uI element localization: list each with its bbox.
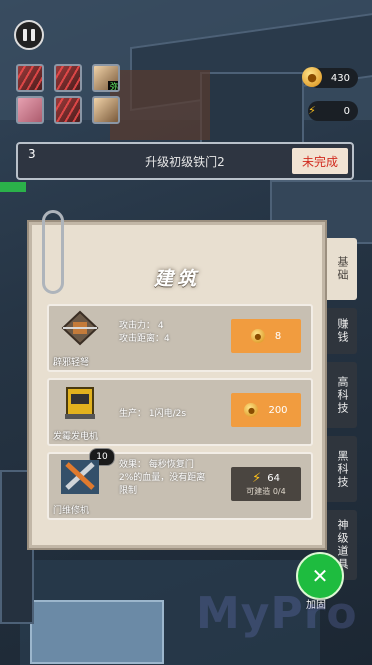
coin-icon: ● xyxy=(250,329,265,343)
build-panel: 建筑 辟邪轻弩 攻击力： 4 攻击距离：4 ● 8 发霉发电机 生产： 1闪电/… xyxy=(27,220,327,550)
paperclip-icon xyxy=(42,210,64,294)
avatar[interactable] xyxy=(54,96,82,124)
item-desc: 攻击力： 4 攻击距离：4 xyxy=(119,320,170,346)
item-desc: 效果： 每秒恢复门 2%的血量，没有距离 限制 xyxy=(119,459,205,498)
item-stat: 攻击力： 4 xyxy=(119,321,164,331)
item-stat: 攻击距离：4 xyxy=(119,334,170,344)
tools-icon: ✕ xyxy=(311,564,329,588)
generator-icon xyxy=(59,384,101,422)
coin-icon: ● xyxy=(244,403,259,417)
crossbow-icon xyxy=(59,310,101,348)
item-price: 64 xyxy=(267,473,280,484)
coin-icon: ● xyxy=(302,67,322,87)
build-item-crossbow[interactable]: 辟邪轻弩 攻击力： 4 攻击距离：4 ● 8 xyxy=(47,304,313,372)
avatar[interactable] xyxy=(16,96,44,124)
energy-counter: ⚡ 0 xyxy=(308,101,358,121)
item-stat: 2%的血量，没有距离 xyxy=(119,473,206,483)
floor-area xyxy=(110,70,210,140)
avatar[interactable] xyxy=(92,96,120,124)
watermark: MyPro xyxy=(196,588,358,639)
item-name: 发霉发电机 xyxy=(53,432,99,442)
panel-title: 建筑 xyxy=(153,268,200,290)
wrench-icon xyxy=(59,458,101,496)
avatar[interactable] xyxy=(16,64,44,92)
floor-marker xyxy=(0,182,26,192)
build-item-generator[interactable]: 发霉发电机 生产： 1闪电/2s ● 200 xyxy=(47,378,313,446)
lightning-icon: ⚡ xyxy=(308,103,316,117)
energy-value: 0 xyxy=(343,105,350,117)
buy-button[interactable]: ● 8 xyxy=(231,319,301,353)
item-desc: 生产： 1闪电/2s xyxy=(119,408,186,421)
item-name: 辟邪轻弩 xyxy=(53,358,90,368)
item-stat: 效果： 每秒恢复门 xyxy=(119,460,194,470)
task-bar[interactable]: 3 升级初级铁门2 未完成 xyxy=(16,142,354,180)
tab-basic[interactable]: 基础 xyxy=(327,238,357,300)
build-item-door-repair[interactable]: 10 门维修机 效果： 每秒恢复门 2%的血量，没有距离 限制 ⚡ 64 可建造… xyxy=(47,448,313,520)
item-price: 200 xyxy=(268,404,288,416)
avatar[interactable] xyxy=(54,64,82,92)
task-status-badge: 未完成 xyxy=(292,148,348,174)
coin-value: 430 xyxy=(330,72,350,84)
tab-earn[interactable]: 赚钱 xyxy=(327,308,357,354)
tab-black-tech[interactable]: 黑科技 xyxy=(327,436,357,502)
tab-high-tech[interactable]: 高科技 xyxy=(327,362,357,428)
item-stat: 限制 xyxy=(119,486,138,496)
lightning-icon: ⚡ xyxy=(252,471,262,486)
buildable-count: 可建造 0/4 xyxy=(246,487,286,496)
team-avatars: 弥 xyxy=(16,64,122,124)
buy-button[interactable]: ⚡ 64 可建造 0/4 xyxy=(231,467,301,501)
avatar-tag: 弥 xyxy=(108,81,118,91)
wall xyxy=(200,72,304,146)
pause-button[interactable] xyxy=(14,20,44,50)
wall xyxy=(30,600,164,664)
avatar[interactable]: 弥 xyxy=(92,64,120,92)
category-tabs: 基础 赚钱 高科技 黑科技 神级道具 xyxy=(327,238,357,588)
buy-button[interactable]: ● 200 xyxy=(231,393,301,427)
item-stat: 生产： 1闪电/2s xyxy=(119,409,187,419)
coin-counter: ● 430 xyxy=(302,67,358,88)
item-name: 门维修机 xyxy=(53,506,90,516)
item-price: 8 xyxy=(274,330,282,342)
